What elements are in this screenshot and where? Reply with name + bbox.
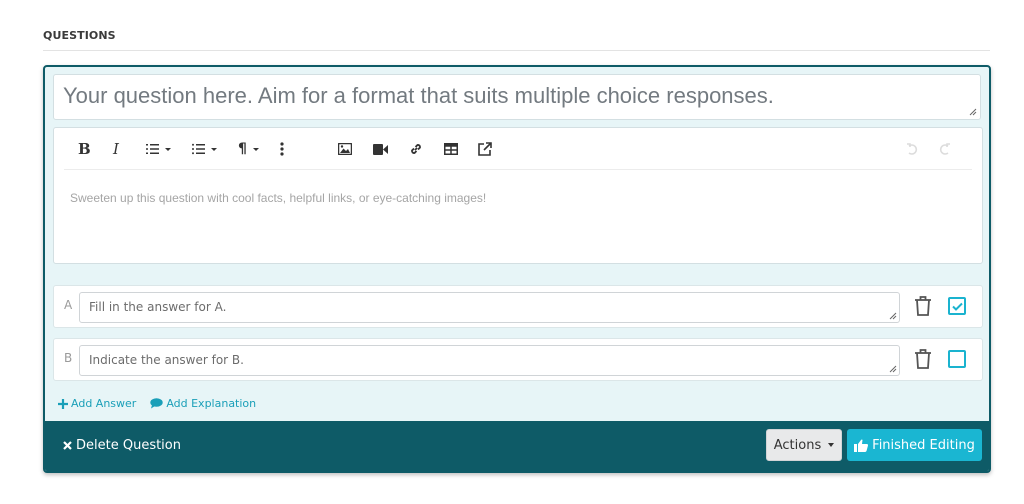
dropdown-caret-icon bbox=[211, 147, 217, 151]
question-input[interactable]: Your question here. Aim for a format tha… bbox=[53, 74, 981, 120]
answer-input[interactable]: Indicate the answer for B. bbox=[79, 345, 900, 376]
paragraph-icon: ¶ bbox=[238, 141, 247, 157]
comment-icon bbox=[150, 398, 164, 409]
resize-handle-icon[interactable] bbox=[888, 364, 897, 373]
trash-icon[interactable] bbox=[914, 348, 932, 370]
more-icon bbox=[280, 142, 284, 156]
dropdown-caret-icon bbox=[165, 147, 171, 151]
editor-placeholder: Sweeten up this question with cool facts… bbox=[70, 191, 487, 205]
answer-links: Add Answer Add Explanation bbox=[58, 397, 256, 410]
redo-icon bbox=[939, 142, 950, 155]
insert-link-button[interactable] bbox=[409, 139, 423, 159]
question-card: Your question here. Aim for a format tha… bbox=[43, 65, 991, 473]
add-explanation-label: Add Explanation bbox=[166, 397, 257, 410]
editor-toolbar: B I ¶ bbox=[64, 128, 972, 170]
answer-input[interactable]: Fill in the answer for A. bbox=[79, 292, 900, 323]
dropdown-caret-icon bbox=[252, 147, 259, 151]
answer-letter: A bbox=[64, 298, 73, 312]
italic-icon: I bbox=[113, 140, 119, 158]
resize-handle-icon[interactable] bbox=[968, 107, 977, 116]
redo-button[interactable] bbox=[938, 139, 951, 159]
correct-answer-checkbox[interactable] bbox=[948, 350, 966, 368]
close-icon bbox=[63, 441, 72, 450]
insert-image-button[interactable] bbox=[338, 139, 352, 159]
insert-embed-button[interactable] bbox=[478, 139, 492, 159]
undo-icon bbox=[907, 142, 918, 155]
add-explanation-link[interactable]: Add Explanation bbox=[150, 397, 256, 410]
paragraph-button[interactable]: ¶ bbox=[238, 139, 259, 159]
answer-row: A Fill in the answer for A. bbox=[53, 285, 983, 328]
section-divider bbox=[43, 50, 990, 51]
table-icon bbox=[444, 143, 458, 155]
delete-question-button[interactable]: Delete Question bbox=[63, 438, 181, 453]
unordered-list-button[interactable] bbox=[192, 139, 217, 159]
question-placeholder: Your question here. Aim for a format tha… bbox=[63, 83, 774, 108]
video-icon bbox=[373, 143, 388, 155]
insert-video-button[interactable] bbox=[373, 139, 388, 159]
card-footer: Delete Question Actions Finished Editing bbox=[45, 421, 989, 471]
unordered-list-icon bbox=[192, 143, 205, 155]
finished-editing-label: Finished Editing bbox=[872, 437, 975, 453]
plus-icon bbox=[58, 398, 68, 409]
ordered-list-icon bbox=[146, 144, 159, 154]
rich-text-editor[interactable]: B I ¶ Sweeten up this question with cool… bbox=[53, 127, 983, 264]
actions-label: Actions bbox=[773, 437, 822, 453]
answer-placeholder: Fill in the answer for A. bbox=[89, 300, 227, 314]
check-icon bbox=[951, 302, 963, 311]
actions-dropdown-button[interactable]: Actions bbox=[766, 429, 842, 461]
answer-placeholder: Indicate the answer for B. bbox=[89, 353, 244, 367]
resize-handle-icon[interactable] bbox=[888, 311, 897, 320]
insert-table-button[interactable] bbox=[444, 139, 458, 159]
ordered-list-button[interactable] bbox=[146, 139, 171, 159]
answer-row: B Indicate the answer for B. bbox=[53, 338, 983, 381]
undo-button[interactable] bbox=[906, 139, 919, 159]
delete-question-label: Delete Question bbox=[76, 438, 181, 453]
bold-icon: B bbox=[78, 140, 91, 158]
correct-answer-checkbox[interactable] bbox=[948, 297, 966, 315]
trash-icon[interactable] bbox=[914, 295, 932, 317]
answer-letter: B bbox=[64, 351, 73, 365]
section-title: QUESTIONS bbox=[43, 29, 116, 42]
finished-editing-button[interactable]: Finished Editing bbox=[847, 429, 982, 461]
image-icon bbox=[338, 143, 352, 155]
add-answer-link[interactable]: Add Answer bbox=[58, 397, 136, 410]
bold-button[interactable]: B bbox=[78, 139, 91, 159]
more-button[interactable] bbox=[280, 139, 284, 159]
external-link-icon bbox=[478, 142, 492, 156]
caret-down-icon bbox=[828, 443, 835, 447]
link-icon bbox=[411, 144, 421, 154]
italic-button[interactable]: I bbox=[113, 139, 119, 159]
add-answer-label: Add Answer bbox=[71, 397, 137, 410]
thumbs-up-icon bbox=[854, 439, 869, 452]
